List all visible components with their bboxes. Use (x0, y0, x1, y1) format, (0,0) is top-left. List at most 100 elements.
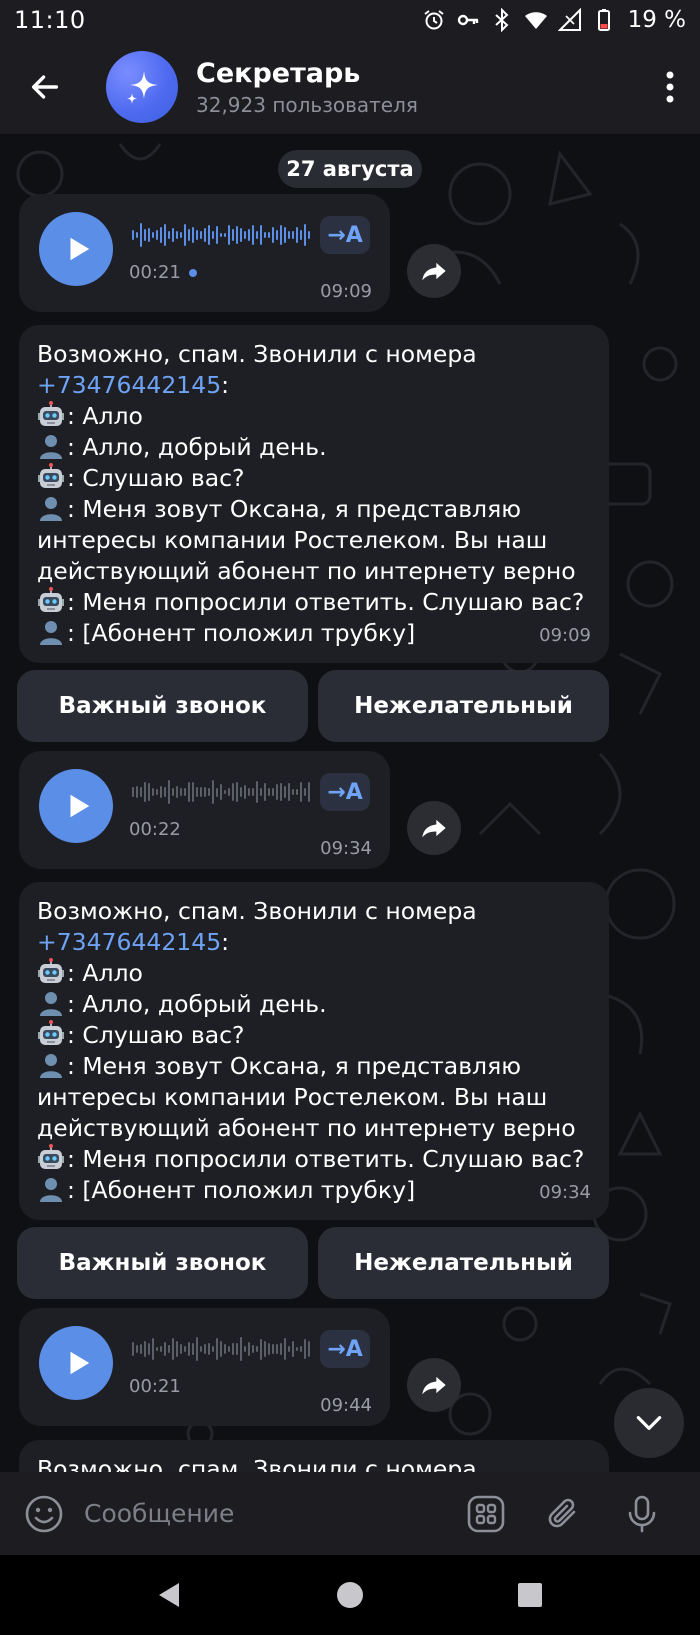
waveform-bar (164, 787, 166, 797)
share-icon (422, 1376, 446, 1395)
waveform-bar (208, 1343, 210, 1355)
attach-button[interactable] (542, 1492, 586, 1536)
share-button[interactable] (407, 1358, 461, 1412)
waveform-bar (204, 1343, 206, 1355)
waveform-bar (220, 784, 222, 800)
waveform-bar (180, 1344, 182, 1354)
voice-record-button[interactable] (620, 1492, 664, 1536)
share-button[interactable] (407, 244, 461, 298)
voice-duration-text: 00:22 (129, 819, 181, 840)
unwanted-call-button[interactable]: Нежелательный (318, 670, 609, 742)
waveform-bar (140, 1343, 142, 1355)
phone-link[interactable]: +73476442145 (37, 928, 221, 956)
waveform-bar (136, 786, 138, 798)
waveform-bar (212, 1345, 214, 1353)
back-button[interactable] (0, 40, 90, 134)
waveform-bar (188, 1342, 190, 1356)
transcribe-button[interactable]: →A (320, 773, 370, 811)
waveform-bar (176, 785, 178, 799)
transcript-line: : Меня попросили ответить. Слушаю вас? (37, 1144, 591, 1175)
play-button[interactable] (39, 1326, 113, 1400)
waveform-bar (268, 232, 270, 238)
voice-message[interactable]: →A 00:21 09:09 (19, 194, 390, 312)
waveform[interactable] (132, 777, 312, 807)
waveform-bar (264, 1340, 266, 1358)
message-intro: Возможно, спам. Звонили с номера (37, 897, 477, 925)
waveform-bar (244, 784, 246, 800)
waveform-bar (160, 785, 162, 799)
transcribe-button[interactable]: →A (320, 1330, 370, 1368)
transcript-line: : Слушаю вас? (37, 463, 591, 494)
grid-icon (467, 1495, 505, 1532)
waveform-bar (196, 787, 198, 797)
message-time: 09:34 (320, 838, 372, 859)
waveform-bar (232, 1343, 234, 1355)
waveform-bar (284, 1337, 286, 1361)
person-emoji (37, 1175, 65, 1203)
waveform-bar (192, 782, 194, 802)
transcript-line: интересы компании Ростелеком. Вы наш (37, 1083, 548, 1111)
more-menu-button[interactable] (640, 40, 700, 134)
emoji-button[interactable] (22, 1492, 66, 1536)
bot-commands-button[interactable] (464, 1492, 508, 1536)
system-nav-bar (0, 1555, 700, 1635)
phone-link[interactable]: +73476442145 (37, 371, 221, 399)
arrow-left-icon (31, 75, 59, 99)
waveform-bar (276, 784, 278, 800)
waveform-bar (172, 1338, 174, 1360)
play-button[interactable] (39, 769, 113, 843)
nav-home-icon[interactable] (335, 1580, 365, 1610)
waveform[interactable] (132, 1334, 312, 1364)
waveform-bar (164, 224, 166, 246)
avatar[interactable] (106, 51, 178, 123)
transcribe-button[interactable]: →A (320, 216, 370, 254)
important-call-button[interactable]: Важный звонок (17, 1227, 308, 1299)
waveform-bar (268, 787, 270, 797)
waveform-bar (244, 1346, 246, 1352)
voice-duration-text: 00:21 (129, 1376, 181, 1397)
robot-emoji (37, 958, 65, 986)
voice-duration: 00:21 (129, 1376, 181, 1397)
key-icon (457, 14, 478, 26)
unwanted-call-button[interactable]: Нежелательный (318, 1227, 609, 1299)
waveform-bar (284, 227, 286, 243)
nav-recents-icon[interactable] (515, 1580, 545, 1610)
important-call-button[interactable]: Важный звонок (17, 670, 308, 742)
scroll-down-button[interactable] (614, 1388, 684, 1458)
waveform-bar (236, 226, 238, 244)
waveform-bar (172, 227, 174, 243)
waveform-bar (228, 1346, 230, 1352)
waveform-bar (256, 1345, 258, 1353)
share-button[interactable] (407, 801, 461, 855)
play-button[interactable] (39, 212, 113, 286)
voice-message[interactable]: →A 00:22 09:34 (19, 751, 390, 869)
waveform-bar (308, 231, 310, 239)
status-time: 11:10 (14, 6, 86, 34)
chat-area[interactable]: 27 августа →A 00:21 09:09 Возможно, спам… (0, 134, 700, 1472)
transcript-line: : Алло (37, 958, 591, 989)
waveform-bar (288, 231, 290, 239)
text-message[interactable]: Возможно, спам. Звонили с номера (19, 1440, 609, 1472)
waveform-bar (232, 783, 234, 801)
text-message[interactable]: Возможно, спам. Звонили с номера +734764… (19, 882, 609, 1220)
message-input[interactable] (84, 1488, 444, 1539)
robot-emoji (37, 401, 65, 429)
waveform-bar (184, 787, 186, 797)
waveform-bar (208, 787, 210, 797)
wifi-icon (524, 12, 547, 29)
text-message[interactable]: Возможно, спам. Звонили с номера +734764… (19, 325, 609, 663)
transcript-line: : Меня попросили ответить. Слушаю вас? (37, 587, 591, 618)
waveform-bar (260, 1338, 262, 1360)
waveform-bar (184, 223, 186, 247)
waveform-bar (144, 782, 146, 802)
waveform-bar (272, 788, 274, 796)
transcript-line: : Алло, добрый день. (37, 989, 591, 1020)
chat-title-block[interactable]: Секретарь 32,923 пользователя (196, 58, 418, 117)
waveform[interactable] (132, 220, 312, 250)
nav-back-icon[interactable] (155, 1580, 185, 1610)
more-vertical-icon (666, 71, 674, 103)
alarm-icon (423, 10, 444, 30)
transcript-line: : [Абонент положил трубку] (37, 618, 591, 649)
waveform-bar (144, 228, 146, 242)
voice-message[interactable]: →A 00:21 09:44 (19, 1308, 390, 1426)
